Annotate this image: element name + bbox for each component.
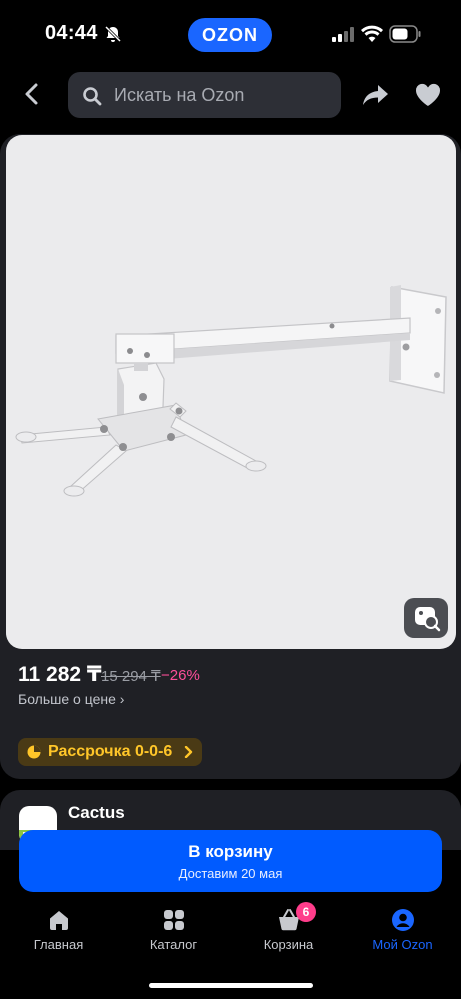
old-price: 15 294 ₸ <box>101 668 161 685</box>
search-icon <box>83 87 102 106</box>
catalog-icon <box>163 910 184 930</box>
share-icon[interactable] <box>362 82 390 108</box>
tab-catalog[interactable]: Каталог <box>116 908 231 952</box>
image-search-icon <box>415 607 441 632</box>
chevron-right-icon <box>185 746 193 758</box>
status-bar: 04:44 OZON <box>0 0 461 68</box>
product-image[interactable] <box>6 135 456 649</box>
cart-count-badge: 6 <box>296 902 316 922</box>
product-card: 11 282 ₸ 15 294 ₸ −26% Больше о цене › Р… <box>0 134 461 779</box>
back-icon[interactable] <box>18 80 46 108</box>
search-input[interactable]: Искать на Ozon <box>68 72 341 118</box>
tab-catalog-label: Каталог <box>149 937 198 952</box>
add-to-cart-label: В корзину <box>188 842 273 861</box>
projector-mount-image <box>15 285 447 497</box>
product-price: 11 282 ₸ <box>18 663 102 686</box>
ozon-logo: OZON <box>188 18 272 52</box>
profile-icon <box>391 909 414 931</box>
tab-home-label: Главная <box>33 937 84 952</box>
wifi-icon <box>361 25 383 42</box>
home-indicator <box>149 983 313 988</box>
seller-name: Cactus <box>68 803 125 822</box>
delivery-date: Доставим 20 мая <box>178 866 283 881</box>
tab-home[interactable]: Главная <box>1 908 116 952</box>
add-to-cart-button[interactable]: В корзину Доставим 20 мая <box>19 830 442 892</box>
top-navigation: Искать на Ozon <box>0 68 461 132</box>
bell-muted-icon <box>104 25 122 43</box>
discount-badge: −26% <box>161 667 200 684</box>
tab-my-ozon-label: Мой Ozon <box>372 937 433 952</box>
signal-icon <box>332 27 354 42</box>
heart-icon[interactable] <box>414 82 442 108</box>
status-time: 04:44 <box>45 22 98 44</box>
installment-icon <box>27 745 41 759</box>
image-search-button[interactable] <box>404 598 448 638</box>
installment-label: Рассрочка 0-0-6 <box>48 743 173 760</box>
tab-cart-label: Корзина <box>263 937 314 952</box>
home-icon <box>49 911 68 930</box>
search-placeholder: Искать на Ozon <box>114 85 245 105</box>
battery-icon <box>389 25 421 43</box>
tab-cart[interactable]: 6 Корзина <box>231 902 346 952</box>
installment-button[interactable]: Рассрочка 0-0-6 <box>18 738 203 766</box>
tab-my-ozon[interactable]: Мой Ozon <box>345 908 460 952</box>
price-details-link[interactable]: Больше о цене › <box>18 691 124 707</box>
